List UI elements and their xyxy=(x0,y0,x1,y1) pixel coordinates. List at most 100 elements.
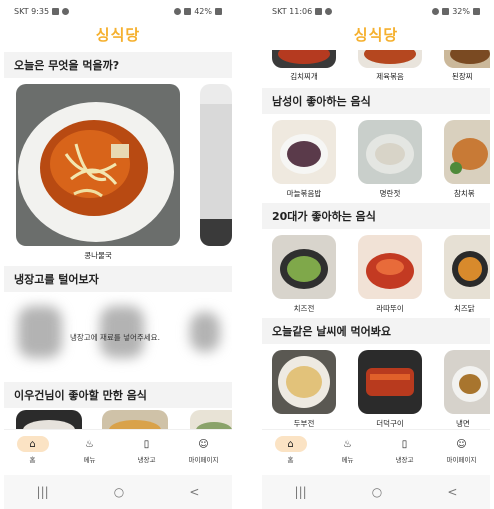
food-image xyxy=(444,350,490,414)
food-caption: 참치볶 xyxy=(454,189,475,198)
food-photo[interactable] xyxy=(444,350,490,414)
nav-menu-label: 메뉴 xyxy=(83,456,96,464)
food-photo-next[interactable] xyxy=(200,84,232,246)
food-photo[interactable] xyxy=(272,120,336,184)
phone-screen-home: SKT 9:35 42% 싱식당 오늘은 무엇을 먹을까? 콩나물국 냉장고를 … xyxy=(4,0,232,509)
food-caption: 김치찌개 xyxy=(290,72,318,81)
food-image xyxy=(200,84,232,246)
food-image xyxy=(272,120,336,184)
food-image xyxy=(444,235,490,299)
nav-fridge[interactable]: ▯ 냉장고 xyxy=(118,430,175,473)
soup-image xyxy=(16,84,180,246)
food-image xyxy=(444,120,490,184)
system-home-button[interactable]: ○ xyxy=(114,485,124,499)
food-photo[interactable] xyxy=(272,235,336,299)
nav-home[interactable]: ⌂ 홈 xyxy=(4,430,61,473)
notification-icon xyxy=(325,7,333,15)
food-caption: 라따뚜이 xyxy=(376,304,404,313)
food-photo[interactable] xyxy=(358,235,422,299)
app-logo: 싱식당 xyxy=(95,26,141,44)
food-photo[interactable] xyxy=(444,235,490,299)
pot-icon: ♨ xyxy=(343,439,352,450)
food-caption: 더덕구이 xyxy=(376,419,404,428)
food-caption: 제육볶음 xyxy=(376,72,404,81)
recent-apps-button[interactable]: ||| xyxy=(295,485,307,499)
food-image xyxy=(272,350,336,414)
fridge-icon: ▯ xyxy=(401,439,408,450)
food-caption: 치즈전 xyxy=(293,304,315,313)
food-image xyxy=(272,50,336,68)
battery-icon xyxy=(473,7,480,15)
status-bar: SKT 9:35 42% xyxy=(4,0,232,22)
nav-menu[interactable]: ♨ 메뉴 xyxy=(319,430,376,473)
alarm-icon xyxy=(174,7,182,15)
signal-icon xyxy=(442,7,450,15)
system-back-button[interactable]: < xyxy=(447,485,457,499)
battery-level: 42% xyxy=(194,6,212,16)
food-photo[interactable] xyxy=(444,50,490,68)
notification-icon xyxy=(315,7,323,15)
featured-food-photo[interactable] xyxy=(16,84,180,246)
food-caption: 냉면 xyxy=(456,419,470,428)
food-photo[interactable] xyxy=(272,350,336,414)
status-time: SKT 9:35 xyxy=(14,6,50,16)
nav-home[interactable]: ⌂ 홈 xyxy=(262,430,319,473)
section-title-twenties-favorite: 20대가 좋아하는 음식 xyxy=(262,203,490,229)
nav-fridge-label: 냉장고 xyxy=(137,456,156,464)
food-caption: 된장찌 xyxy=(452,72,473,81)
system-navigation-bar: ||| ○ < xyxy=(262,475,490,509)
food-caption: 두부전 xyxy=(293,419,315,428)
nav-home-label: 홈 xyxy=(29,456,36,464)
recent-apps-button[interactable]: ||| xyxy=(37,485,49,499)
food-photo[interactable] xyxy=(358,350,422,414)
section-title-neighbor: 이우건님이 좋아할 만한 음식 xyxy=(4,382,232,408)
food-photo[interactable] xyxy=(190,410,232,430)
nav-home-label: 홈 xyxy=(287,456,294,464)
nav-mypage[interactable]: ☺ 마이페이지 xyxy=(433,430,490,473)
food-image xyxy=(272,235,336,299)
food-photo[interactable] xyxy=(444,120,490,184)
nav-fridge-label: 냉장고 xyxy=(395,456,414,464)
notification-icon xyxy=(62,7,70,15)
signal-icon xyxy=(184,7,192,15)
home-icon: ⌂ xyxy=(29,439,36,450)
food-photo[interactable] xyxy=(358,50,422,68)
nav-mypage-label: 마이페이지 xyxy=(188,456,219,464)
notification-icon xyxy=(52,7,60,15)
featured-food-caption: 콩나물국 xyxy=(84,251,112,260)
bottom-navigation: ⌂ 홈 ♨ 메뉴 ▯ 냉장고 ☺ 마이페이지 xyxy=(262,429,490,473)
fridge-empty-message: 냉장고에 재료를 넣어주세요. xyxy=(70,333,160,342)
food-image xyxy=(358,350,422,414)
food-caption: 마늘볶음밥 xyxy=(286,189,322,198)
food-image xyxy=(358,235,422,299)
status-bar: SKT 11:06 32% xyxy=(262,0,490,22)
phone-screen-home-scrolled: SKT 11:06 32% 싱식당 김치찌개 제육볶음 된장찌 남성이 좋아하는… xyxy=(262,0,490,509)
nav-fridge[interactable]: ▯ 냉장고 xyxy=(376,430,433,473)
bottom-navigation: ⌂ 홈 ♨ 메뉴 ▯ 냉장고 ☺ 마이페이지 xyxy=(4,429,232,473)
food-image xyxy=(190,410,232,430)
food-image xyxy=(358,120,422,184)
section-title-today: 오늘은 무엇을 먹을까? xyxy=(4,52,232,78)
system-navigation-bar: ||| ○ < xyxy=(4,475,232,509)
fridge-icon: ▯ xyxy=(143,439,150,450)
app-logo: 싱식당 xyxy=(353,26,399,44)
nav-mypage-label: 마이페이지 xyxy=(446,456,477,464)
food-photo[interactable] xyxy=(358,120,422,184)
food-photo[interactable] xyxy=(16,410,82,430)
section-title-fridge: 냉장고를 털어보자 xyxy=(4,266,232,292)
status-time: SKT 11:06 xyxy=(272,6,313,16)
nav-menu[interactable]: ♨ 메뉴 xyxy=(61,430,118,473)
food-image xyxy=(444,50,490,68)
profile-icon: ☺ xyxy=(456,439,467,450)
system-back-button[interactable]: < xyxy=(189,485,199,499)
food-photo[interactable] xyxy=(102,410,168,430)
battery-level: 32% xyxy=(452,6,470,16)
food-caption: 명란젓 xyxy=(379,189,401,198)
section-title-men-favorite: 남성이 좋아하는 음식 xyxy=(262,88,490,114)
food-photo[interactable] xyxy=(272,50,336,68)
system-home-button[interactable]: ○ xyxy=(372,485,382,499)
alarm-icon xyxy=(432,7,440,15)
section-title-weather-pick: 오늘같은 날씨에 먹어봐요 xyxy=(262,318,490,344)
battery-icon xyxy=(215,7,222,15)
nav-mypage[interactable]: ☺ 마이페이지 xyxy=(175,430,232,473)
